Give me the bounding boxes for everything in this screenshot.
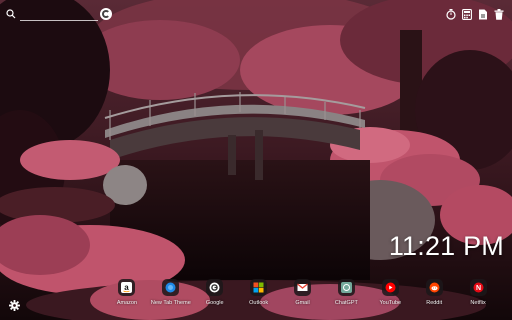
gmail-icon [294, 279, 311, 296]
calculator-icon[interactable] [462, 8, 472, 20]
svg-text:a: a [125, 283, 130, 292]
top-toolbar [446, 8, 504, 20]
svg-text:N: N [476, 285, 481, 292]
shortcut-label: Netflix [470, 300, 486, 306]
shortcut-netflix[interactable]: N Netflix [456, 277, 500, 313]
shortcut-new-tab-theme[interactable]: New Tab Theme [149, 277, 193, 313]
shortcut-google[interactable]: Google [193, 277, 237, 313]
notes-icon[interactable] [478, 8, 488, 20]
shortcut-label: YouTube [379, 300, 402, 306]
shortcuts-dock: a Amazon New Tab Theme Google Outlook Gm… [105, 277, 500, 313]
wallpaper-background [0, 0, 512, 320]
search-input[interactable] [20, 8, 90, 20]
shortcut-outlook[interactable]: Outlook [237, 277, 281, 313]
new-tab-theme-icon [162, 279, 180, 296]
outlook-icon [250, 279, 268, 296]
netflix-icon: N [469, 279, 487, 296]
chatgpt-icon [337, 279, 355, 296]
shortcut-gmail[interactable]: Gmail [281, 277, 325, 313]
shortcut-amazon[interactable]: a Amazon [105, 277, 149, 313]
youtube-icon [381, 279, 399, 296]
gear-icon[interactable] [9, 300, 20, 311]
shortcut-chatgpt[interactable]: ChatGPT [324, 277, 368, 313]
shortcut-label: Google [205, 300, 224, 306]
shortcut-label: New Tab Theme [150, 300, 191, 306]
search-underline [20, 20, 98, 21]
timer-icon[interactable] [446, 8, 456, 20]
shortcut-label: Reddit [426, 300, 443, 306]
shortcut-label: Outlook [249, 300, 269, 306]
reddit-icon [425, 279, 443, 296]
search-bar[interactable] [6, 6, 112, 22]
shortcut-label: Gmail [295, 300, 310, 306]
amazon-icon: a [118, 279, 136, 296]
search-engine-google-icon[interactable] [100, 8, 112, 20]
trash-icon[interactable] [494, 8, 504, 20]
shortcut-youtube[interactable]: YouTube [368, 277, 412, 313]
shortcut-reddit[interactable]: Reddit [412, 277, 456, 313]
clock-time: 11:21 PM [388, 231, 504, 261]
google-icon [206, 279, 224, 296]
shortcut-label: Amazon [116, 300, 138, 306]
shortcut-label: ChatGPT [334, 300, 358, 306]
search-icon [6, 9, 16, 19]
